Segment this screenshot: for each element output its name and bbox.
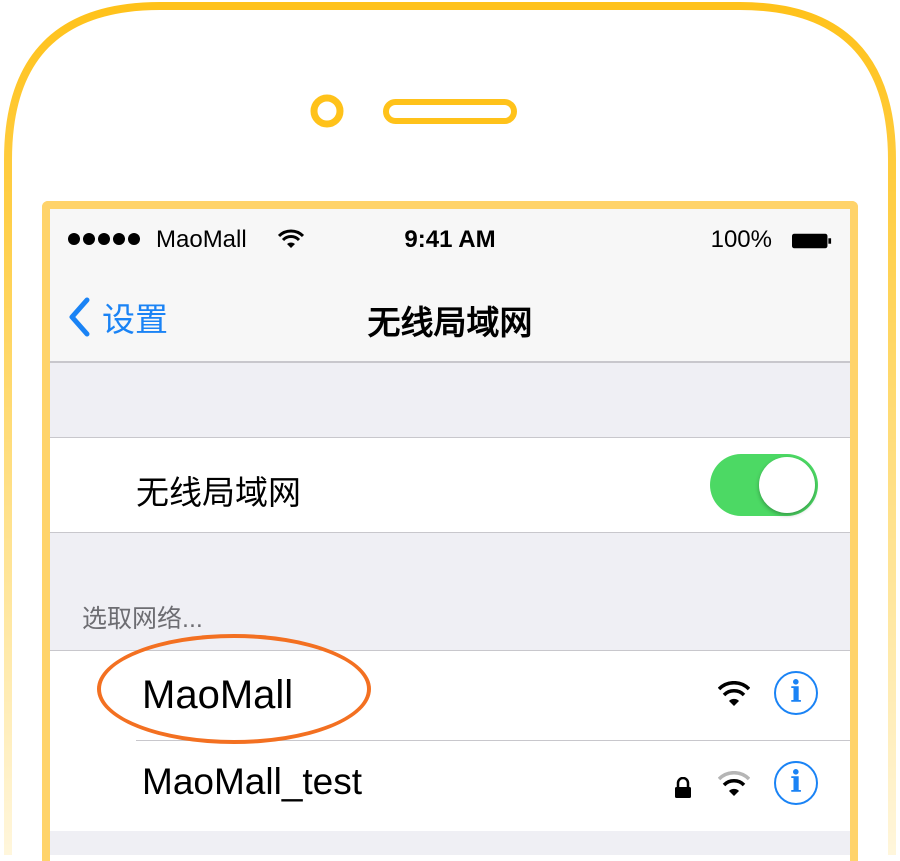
- wifi-signal-icon: [718, 771, 750, 796]
- network-row-maomall-test[interactable]: MaoMall_test i: [50, 741, 850, 831]
- lock-icon: [675, 777, 691, 798]
- phone-screen: MaoMall 9:41 AM 100% 设置 无线局域网 无线局域网 选取网络…: [50, 209, 850, 855]
- network-name: MaoMall_test: [142, 761, 363, 802]
- status-bar: MaoMall 9:41 AM 100%: [50, 209, 850, 271]
- wifi-toggle-label: 无线局域网: [136, 474, 301, 511]
- wifi-signal-icon: [718, 681, 750, 706]
- network-info-button[interactable]: i: [774, 671, 818, 715]
- page-title: 无线局域网: [367, 304, 533, 341]
- navigation-bar: 设置 无线局域网: [50, 271, 850, 363]
- network-row-maomall[interactable]: MaoMall i: [50, 650, 850, 741]
- choose-network-header: 选取网络...: [82, 605, 203, 633]
- wifi-toggle-switch[interactable]: [710, 454, 818, 516]
- network-name: MaoMall: [142, 673, 294, 717]
- battery-icon: [792, 233, 832, 249]
- wifi-toggle-row: 无线局域网: [50, 437, 850, 533]
- toggle-knob: [759, 457, 815, 513]
- network-info-button[interactable]: i: [774, 761, 818, 805]
- battery-percentage: 100%: [710, 226, 772, 253]
